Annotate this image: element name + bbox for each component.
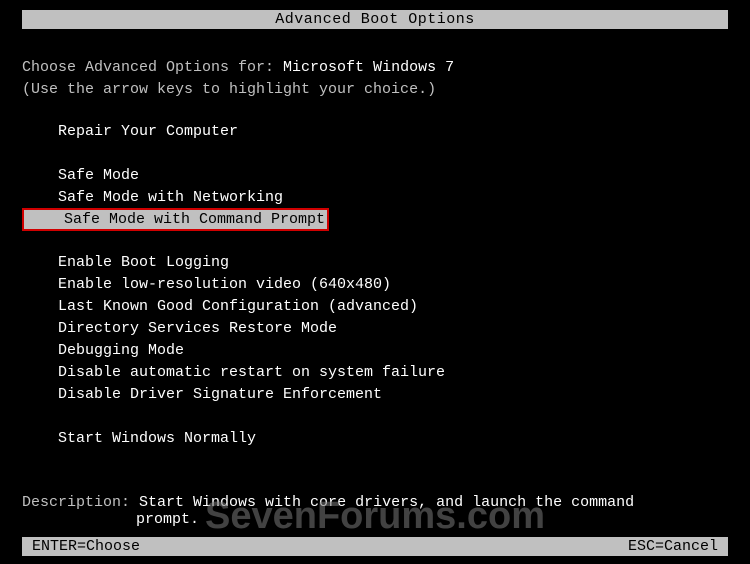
enter-hint[interactable]: ENTER=Choose <box>32 538 140 555</box>
main-content: Choose Advanced Options for: Microsoft W… <box>22 57 728 528</box>
choose-label: Choose Advanced Options for: <box>22 59 283 76</box>
boot-option[interactable]: Safe Mode <box>22 165 728 187</box>
os-name: Microsoft Windows 7 <box>283 59 454 76</box>
boot-option[interactable]: Disable Driver Signature Enforcement <box>22 384 728 406</box>
boot-option[interactable]: Enable Boot Logging <box>22 252 728 274</box>
boot-options-list: Repair Your ComputerSafe ModeSafe Mode w… <box>22 121 728 450</box>
footer-bar: ENTER=Choose ESC=Cancel <box>22 537 728 556</box>
boot-option[interactable]: Repair Your Computer <box>22 121 728 143</box>
description-text-l2: prompt. <box>22 511 728 528</box>
title-bar: Advanced Boot Options <box>22 10 728 29</box>
boot-option[interactable]: Directory Services Restore Mode <box>22 318 728 340</box>
description-label: Description: <box>22 494 139 511</box>
choose-line: Choose Advanced Options for: Microsoft W… <box>22 57 728 79</box>
description-block: Description: Start Windows with core dri… <box>22 494 728 528</box>
description-text-l1: Start Windows with core drivers, and lau… <box>139 494 634 511</box>
boot-option[interactable]: Safe Mode with Networking <box>22 187 728 209</box>
boot-option-label: Safe Mode with Command Prompt <box>22 208 329 231</box>
page-title: Advanced Boot Options <box>275 11 475 28</box>
boot-option[interactable]: Last Known Good Configuration (advanced) <box>22 296 728 318</box>
boot-option[interactable]: Disable automatic restart on system fail… <box>22 362 728 384</box>
esc-hint[interactable]: ESC=Cancel <box>628 538 718 555</box>
boot-option-selected[interactable]: Safe Mode with Command Prompt <box>22 208 728 231</box>
hint-text: (Use the arrow keys to highlight your ch… <box>22 79 728 101</box>
boot-option[interactable]: Debugging Mode <box>22 340 728 362</box>
boot-option[interactable]: Start Windows Normally <box>22 428 728 450</box>
boot-option[interactable]: Enable low-resolution video (640x480) <box>22 274 728 296</box>
